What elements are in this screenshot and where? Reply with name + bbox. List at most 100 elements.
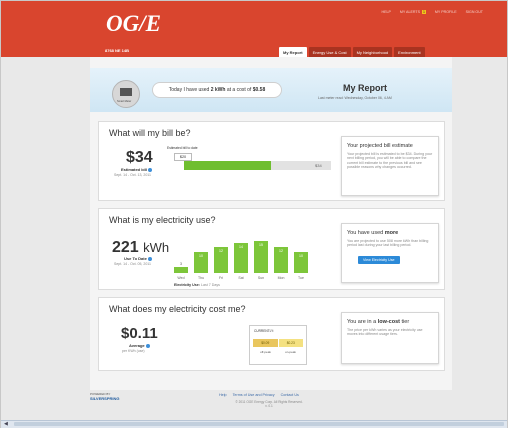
- meter-display: [120, 88, 132, 96]
- off-peak-price: $0.09: [253, 339, 278, 347]
- usage-day-label: Wed: [177, 276, 185, 280]
- bill-panel: What will my bill be? $34 Estimated bill…: [98, 121, 445, 201]
- footer-contact-link[interactable]: Contact Us: [281, 393, 299, 397]
- info-icon[interactable]: [145, 343, 150, 348]
- usage-day-label: Mon: [277, 276, 285, 280]
- cost-side-title-prefix: You are in a: [347, 319, 378, 325]
- bill-amount: $34: [126, 149, 153, 166]
- footer-copyright: © 2011 OGE Energy Corp. All Rights Reser…: [229, 400, 309, 408]
- usage-side-title-prefix: You have used: [347, 230, 385, 236]
- chart-caption-label: Electricity Use: [174, 283, 199, 287]
- cost-question: What does my electricity cost me?: [109, 304, 246, 314]
- usage-bar-value: 15: [259, 243, 263, 247]
- top-links: HELP MY ALERTS 1 MY PROFILE SIGN OUT: [382, 10, 483, 14]
- bill-to-date-label: Estimated bill to date: [167, 146, 198, 150]
- bill-side-card: Your projected bill estimate Your projec…: [341, 136, 439, 196]
- cost-side-text: The price per kWh varies as your electri…: [347, 328, 423, 337]
- my-alerts-link[interactable]: MY ALERTS 1: [400, 10, 426, 14]
- meter-label: Smart Meter: [117, 100, 132, 103]
- alerts-count-badge: 1: [421, 10, 426, 14]
- cost-cells: $0.09 $0.23: [253, 339, 303, 347]
- scroll-left-icon[interactable]: ◀: [4, 421, 8, 427]
- cost-box-head: CURRENTLY:: [254, 329, 274, 333]
- my-profile-link[interactable]: MY PROFILE: [435, 10, 457, 14]
- usage-label-text: Use To Date: [124, 256, 147, 261]
- horizontal-scrollbar[interactable]: ◀: [1, 420, 507, 428]
- cost-panel: What does my electricity cost me? $0.11 …: [98, 297, 445, 371]
- bill-side-text: Your projected bill is estimated to be $…: [347, 152, 433, 170]
- site-header: OG/E HELP MY ALERTS 1 MY PROFILE SIGN OUT…: [1, 1, 507, 58]
- usage-day-label: Sat: [238, 276, 244, 280]
- chart-caption-range: Last 7 Days: [200, 283, 220, 287]
- bill-to-date-tooltip: $20: [174, 153, 192, 161]
- usage-bar-value: 10: [199, 254, 203, 258]
- cost-cell-labels: off-peak on-peak: [253, 350, 303, 354]
- usage-bar-value: 12: [279, 249, 283, 253]
- today-usage-bubble: Today I have used 2 kWh at a cost of $0.…: [152, 82, 282, 98]
- usage-unit: kWh: [143, 240, 170, 255]
- on-peak-price: $0.23: [278, 339, 303, 347]
- usage-side-text: You are projected to use 508 more kWh th…: [347, 239, 429, 248]
- cost-label-text: Average: [129, 343, 145, 348]
- on-peak-label: on-peak: [285, 350, 296, 354]
- usage-bar-chart: 3 Wed 10 Thu 12 Fri 14 Sat 15 Sun 12 Mon 10 Tue: [174, 239, 314, 280]
- info-icon[interactable]: [148, 167, 153, 172]
- usage-question: What is my electricity use?: [109, 215, 216, 225]
- usage-side-title: You have used more: [347, 230, 438, 236]
- usage-bar-value: 12: [219, 249, 223, 253]
- today-mid: at a cost of: [225, 87, 253, 93]
- page-title: My Report: [343, 83, 388, 93]
- usage-day-label: Sun: [257, 276, 265, 280]
- usage-day-label: Tue: [298, 276, 304, 280]
- cost-label: Average: [129, 343, 150, 348]
- today-cost: $0.58: [252, 87, 266, 93]
- bill-progress-fill: [184, 161, 271, 170]
- usage-label: Use To Date: [124, 256, 152, 261]
- off-peak-label: off-peak: [260, 350, 271, 354]
- bill-label: Estimated bill: [121, 167, 153, 172]
- cost-tier-box: CURRENTLY: $0.09 $0.23 off-peak on-peak: [249, 325, 307, 365]
- usage-bar-value: 3: [180, 262, 182, 266]
- bill-bar-end-value: $34: [315, 163, 322, 168]
- usage-day-label: Thu: [197, 276, 205, 280]
- oge-logo[interactable]: OG/E: [106, 11, 161, 37]
- help-link[interactable]: HELP: [382, 10, 391, 14]
- cost-per: per KWh (use): [122, 349, 145, 353]
- cost-side-title-suffix: tier: [400, 319, 410, 325]
- usage-dates: Sept. 14 - Oct. 05, 2011: [114, 262, 151, 266]
- usage-bar-wed[interactable]: [174, 267, 188, 273]
- chart-caption: Electricity Use: Last 7 Days: [174, 283, 220, 287]
- last-meter-read: Last meter read: Wednesday, October 06, …: [318, 96, 392, 100]
- today-kwh: 2 kWh: [210, 87, 226, 93]
- smart-meter-icon: Smart Meter: [112, 80, 140, 108]
- view-electricity-use-button[interactable]: View Electricity Use: [358, 255, 400, 264]
- cost-side-title: You are in a low-cost tier: [347, 319, 438, 325]
- silverspring-logo: POWERED BY SILVERSPRING: [90, 392, 120, 401]
- bill-dates: Sept. 14 - Oct. 13, 2011: [114, 173, 151, 177]
- bill-progress-bar: [184, 161, 331, 170]
- version-text: v. 0.1: [265, 404, 273, 408]
- usage-side-card: You have used more You are projected to …: [341, 223, 439, 283]
- usage-bar-value: 14: [239, 245, 243, 249]
- usage-amount-number: 221: [112, 239, 139, 256]
- cost-side-card: You are in a low-cost tier The price per…: [341, 312, 439, 364]
- footer-links: Help Terms of Use and Privacy Contact Us: [219, 393, 299, 397]
- sign-out-link[interactable]: SIGN OUT: [466, 10, 483, 14]
- info-icon[interactable]: [147, 256, 152, 261]
- bill-question: What will my bill be?: [109, 128, 191, 138]
- footer-help-link[interactable]: Help: [219, 393, 227, 397]
- scrollbar-thumb[interactable]: [14, 422, 504, 426]
- usage-side-title-emphasis: more: [384, 230, 399, 236]
- usage-day-label: Fri: [218, 276, 224, 280]
- usage-panel: What is my electricity use? 221 kWh Use …: [98, 208, 445, 290]
- bill-label-text: Estimated bill: [121, 167, 148, 172]
- cost-amount: $0.11: [121, 325, 158, 342]
- footer-terms-link[interactable]: Terms of Use and Privacy: [233, 393, 275, 397]
- bill-side-title: Your projected bill estimate: [347, 143, 413, 149]
- usage-amount: 221 kWh: [112, 239, 169, 257]
- today-prefix: Today I have used: [168, 87, 211, 93]
- cost-side-title-emphasis: low-cost: [377, 319, 400, 325]
- brand-name: SILVERSPRING: [90, 396, 120, 401]
- usage-bar-value: 10: [299, 254, 303, 258]
- account-id: 8768 NE 14B: [105, 48, 130, 53]
